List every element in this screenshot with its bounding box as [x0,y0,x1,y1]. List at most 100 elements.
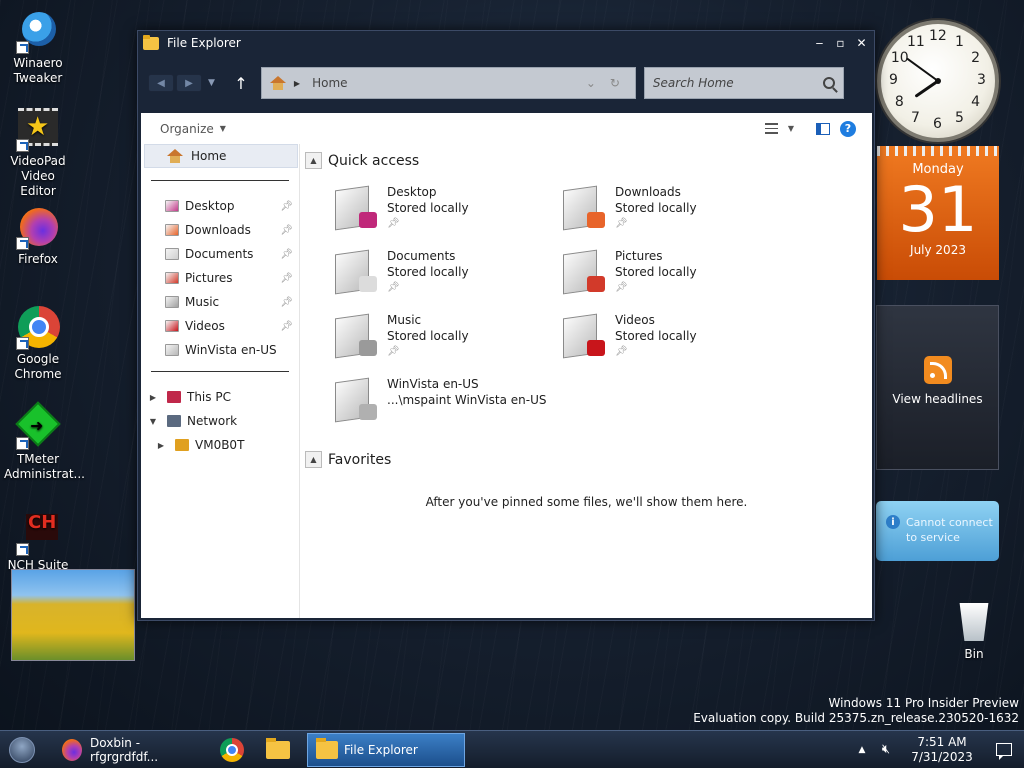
desktop-icon-chrome[interactable]: Google Chrome [4,306,72,382]
help-icon[interactable]: ? [840,120,856,137]
search-input[interactable]: Search Home [653,76,823,90]
tile-detail: Stored locally [615,329,697,343]
nav-item-label: Home [191,149,227,163]
address-location[interactable]: Home [312,76,579,90]
tile-name: Pictures [615,249,663,263]
evaluation-watermark: Windows 11 Pro Insider Preview Evaluatio… [693,696,1019,726]
notification-center-button[interactable] [984,731,1024,768]
nav-item-home[interactable]: Home [144,144,298,168]
minimize-button[interactable]: ‒ [811,35,828,51]
change-view-icon[interactable] [764,123,778,134]
search-box[interactable]: Search Home [643,67,844,99]
forward-button[interactable]: ▶ [176,74,202,92]
view-options-dropdown[interactable]: ▼ [788,124,794,133]
slideshow-photo-tulips[interactable] [11,569,135,661]
clock-gadget[interactable]: 12 1 2 3 4 5 6 7 8 9 10 11 [877,20,999,142]
taskbar-file-explorer-pinned[interactable] [255,733,301,767]
clock-number: 1 [955,33,964,50]
address-dropdown-icon[interactable]: ⌄ [579,76,603,90]
view-headlines-link[interactable]: View headlines [877,392,998,406]
quick-access-tile[interactable]: Music Stored locally 📌︎ [331,312,551,372]
up-arrow-button[interactable]: ↑ [229,74,253,93]
show-hidden-icons-button[interactable]: ▲ [852,745,872,755]
preview-pane-icon[interactable] [816,122,830,135]
tile-name: Downloads [615,185,681,199]
desktop-icon-nch-suite[interactable]: CH NCH Suite [4,512,72,573]
start-button[interactable] [0,731,44,768]
clock-number: 6 [933,116,942,132]
tile-detail: Stored locally [387,265,469,279]
file-explorer-window: File Explorer ‒ ▫ ✕ ◀ ▶ ▼ ↑ ▶ Home ⌄ ↻ S… [137,30,875,621]
feed-headlines-gadget[interactable]: View headlines [876,305,999,470]
navigation-pane: Home Desktop 📌︎ Downloads 📌︎ Documents 📌︎ Pict… [141,144,300,618]
collapse-icon[interactable]: ▲ [305,152,322,169]
pin-icon[interactable]: 📌︎ [280,297,293,308]
nav-item-pictures[interactable]: Pictures 📌︎ [165,266,293,290]
favorites-header[interactable]: ▲ Favorites [305,451,391,468]
weather-gadget[interactable]: i Cannot connect to service [876,501,999,561]
nav-item-documents[interactable]: Documents 📌︎ [165,242,293,266]
folder-icon [266,737,290,759]
chevron-down-icon[interactable]: ▼ [147,417,159,426]
desktop-icon-firefox[interactable]: Firefox [4,206,72,267]
nav-item-winvista-en-us[interactable]: WinVista en-US [165,338,293,362]
nav-item-label: VM0B0T [195,438,245,452]
organize-button[interactable]: Organize [160,122,214,136]
taskbar-file-explorer[interactable]: File Explorer [307,732,465,767]
tmeter-icon: ➜ [15,401,61,450]
quick-access-tile[interactable]: WinVista en-US ...\mspaint WinVista en-US [331,376,551,436]
taskbar-clock[interactable]: 7:51 AM 7/31/2023 [900,735,984,765]
pin-icon[interactable]: 📌︎ [280,225,293,236]
back-button[interactable]: ◀ [148,74,174,92]
address-bar[interactable]: ▶ Home ⌄ ↻ [260,67,636,99]
pin-icon[interactable]: 📌︎ [280,201,293,212]
documents-folder-icon [331,248,381,298]
desktop-icon-videopad[interactable]: ★ VideoPad Video Editor [4,108,72,199]
recycle-bin[interactable]: Bin [950,603,998,661]
taskbar-chrome[interactable] [209,733,255,767]
nav-tree-vm0b0t[interactable]: ▶ VM0B0T [155,433,244,457]
nav-item-videos[interactable]: Videos 📌︎ [165,314,293,338]
nav-divider [151,180,289,181]
desktop-icon-tmeter[interactable]: ➜ TMeter Administrat... [4,401,85,482]
taskbar-firefox[interactable]: Doxbin - rfgrgrdfdf... [54,733,209,767]
desktop-icon-winaero-tweaker[interactable]: Winaero Tweaker [4,10,72,86]
tile-detail: Stored locally [615,201,697,215]
search-icon[interactable] [822,77,835,89]
nav-item-downloads[interactable]: Downloads 📌︎ [165,218,293,242]
close-button[interactable]: ✕ [853,35,870,51]
refresh-icon[interactable]: ↻ [603,76,627,90]
taskbar-time: 7:51 AM [917,734,967,749]
quick-access-tile[interactable]: Documents Stored locally 📌︎ [331,248,551,308]
chevron-right-icon[interactable]: ▶ [155,441,167,450]
computer-icon [175,439,189,451]
desktop-icon-label: VideoPad Video Editor [10,154,66,198]
maximize-button[interactable]: ▫ [832,35,849,51]
rss-icon [923,356,952,384]
calendar-gadget[interactable]: Monday 31 July 2023 [877,146,999,280]
pin-icon[interactable]: 📌︎ [280,321,293,332]
clock-number: 10 [890,50,909,66]
nav-item-music[interactable]: Music 📌︎ [165,290,293,314]
quick-access-header[interactable]: ▲ Quick access [305,152,419,169]
nav-tree-this-pc[interactable]: ▶ This PC [147,385,231,409]
collapse-icon[interactable]: ▲ [305,451,322,468]
quick-access-tile[interactable]: Videos Stored locally 📌︎ [559,312,779,372]
quick-access-tile[interactable]: Downloads Stored locally 📌︎ [559,184,779,244]
breadcrumb-separator[interactable]: ▶ [294,79,300,88]
recent-locations-dropdown[interactable]: ▼ [208,78,215,88]
quick-access-tile[interactable]: Desktop Stored locally 📌︎ [331,184,551,244]
pin-icon[interactable]: 📌︎ [280,249,293,260]
volume-muted-icon[interactable]: 🔇︎ [872,742,900,757]
folder-icon [165,200,179,212]
title-bar[interactable]: File Explorer ‒ ▫ ✕ [138,31,874,55]
folder-icon [165,344,179,356]
recycle-bin-icon [959,603,989,641]
quick-access-tile[interactable]: Pictures Stored locally 📌︎ [559,248,779,308]
pin-icon[interactable]: 📌︎ [280,273,293,284]
chevron-right-icon[interactable]: ▶ [147,393,159,402]
nav-item-desktop[interactable]: Desktop 📌︎ [165,194,293,218]
chevron-down-icon[interactable]: ▼ [220,124,226,133]
nav-tree-network[interactable]: ▼ Network [147,409,237,433]
nav-item-label: Documents [185,247,254,261]
